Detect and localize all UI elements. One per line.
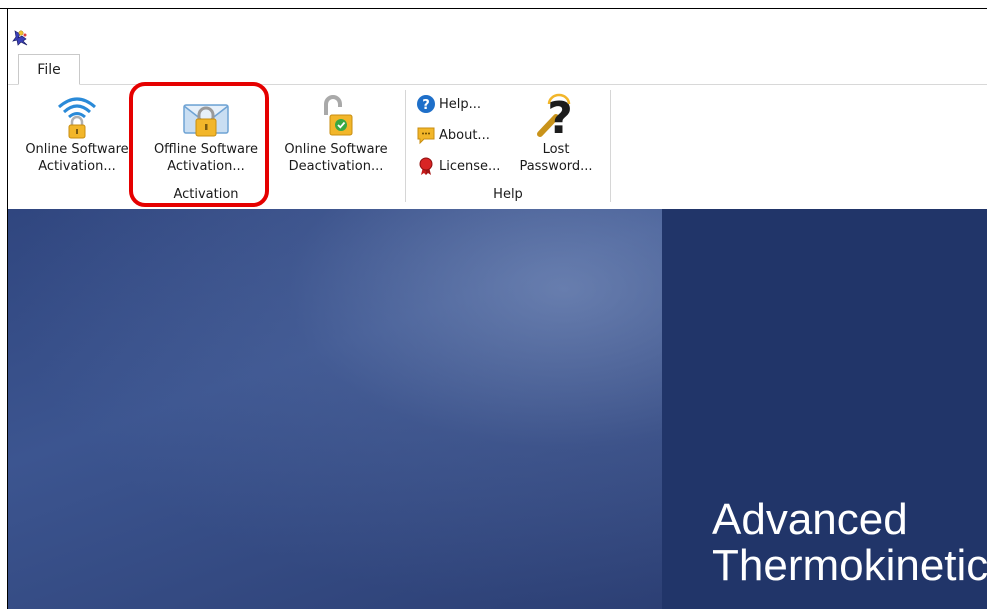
window-top-border	[0, 8, 987, 9]
app-logo-icon[interactable]	[12, 29, 30, 47]
help-label: Help...	[439, 96, 482, 112]
lost-password-label-1: Lost	[542, 142, 570, 157]
gold-question-mark-icon: ?	[537, 93, 573, 139]
offline-activation-label-1: Offline Software	[153, 142, 259, 157]
speech-bubble-icon	[417, 127, 435, 145]
question-circle-icon: ?	[417, 95, 435, 113]
activation-group-label: Activation	[173, 187, 239, 202]
banner-title: Advanced Thermokinetics	[712, 497, 987, 589]
svg-text:?: ?	[422, 98, 430, 113]
lost-password-label-2: Password...	[519, 159, 593, 174]
tab-file[interactable]: File	[18, 54, 80, 85]
help-group-label: Help	[493, 187, 523, 202]
offline-activation-label-2: Activation...	[167, 159, 245, 174]
wifi-lock-icon	[58, 97, 96, 139]
envelope-lock-icon	[183, 104, 229, 137]
help-button[interactable]: ? Help...	[416, 93, 481, 115]
open-padlock-icon	[324, 95, 353, 136]
online-activation-button[interactable]: Online Software Activation...	[18, 93, 136, 175]
banner-image-panel	[8, 209, 662, 609]
online-activation-label-2: Activation...	[38, 159, 116, 174]
banner-title-line-2: Thermokinetics	[712, 541, 987, 590]
online-deactivation-button[interactable]: Online Software Deactivation...	[278, 93, 394, 175]
license-label: License...	[439, 158, 501, 174]
ribbon-seal-icon	[419, 157, 433, 175]
about-button[interactable]: About...	[416, 124, 490, 146]
online-deactivation-label-2: Deactivation...	[288, 159, 384, 174]
online-deactivation-label-1: Online Software	[284, 142, 388, 157]
app-window: File Online Software Activation... Offli…	[0, 0, 987, 609]
ribbon-group-separator-end	[610, 90, 611, 202]
ribbon-group-separator	[405, 90, 406, 202]
about-label: About...	[439, 127, 490, 143]
lost-password-button[interactable]: ? Lost Password...	[514, 93, 598, 175]
offline-activation-button[interactable]: Offline Software Activation...	[146, 93, 266, 175]
banner-title-line-1: Advanced	[712, 495, 908, 544]
license-button[interactable]: License...	[416, 155, 500, 177]
online-activation-label-1: Online Software	[25, 142, 129, 157]
